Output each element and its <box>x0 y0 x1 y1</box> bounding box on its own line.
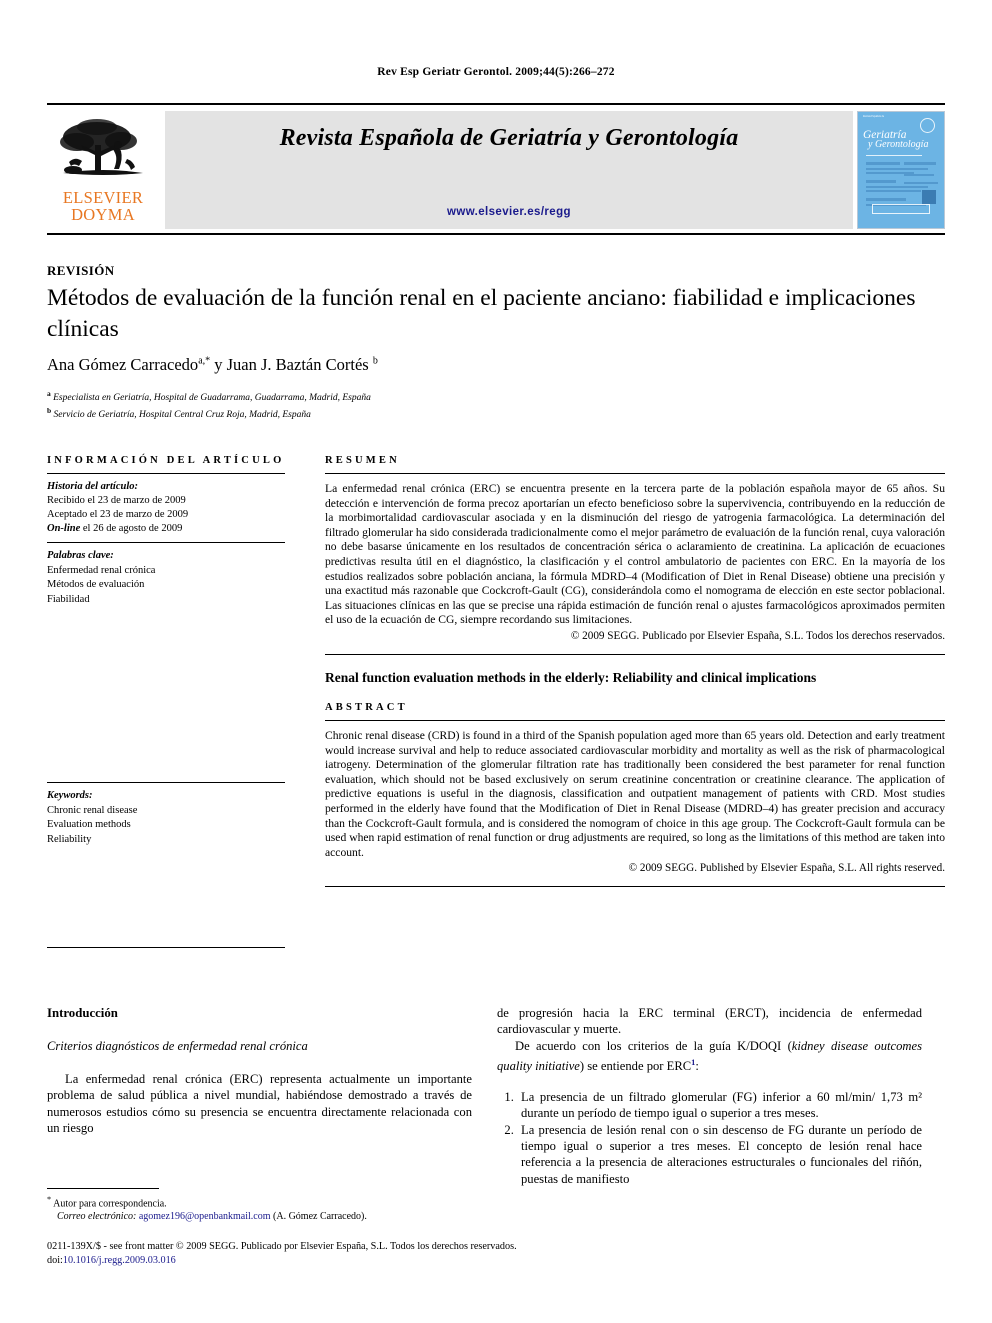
doi-label: doi: <box>47 1254 63 1266</box>
online-date: el 26 de agosto de 2009 <box>80 523 183 534</box>
criteria-list: La presencia de un filtrado glomerular (… <box>497 1089 922 1187</box>
keyword-es-1: Enfermedad renal crónica <box>47 564 156 576</box>
affiliation-a-text: Especialista en Geriatría, Hospital de G… <box>50 393 371 404</box>
keyword-es-2: Métodos de evaluación <box>47 579 145 590</box>
divider <box>325 886 945 888</box>
kdoqi-pre: De acuerdo con los criterios de la guía … <box>515 1038 792 1053</box>
email-owner: (A. Gómez Carracedo). <box>270 1211 367 1223</box>
journal-cover-thumbnail: Revista Española de Geriatría y Gerontol… <box>857 111 945 229</box>
cover-text-block <box>904 162 936 165</box>
list-item: La presencia de un filtrado glomerular (… <box>517 1089 922 1122</box>
body-column-left: Introducción Criterios diagnósticos de e… <box>47 1005 472 1136</box>
journal-article-page: Rev Esp Geriatr Gerontol. 2009;44(5):266… <box>0 0 992 1323</box>
affiliation-list: a Especialista en Geriatría, Hospital de… <box>47 388 747 421</box>
keyword-en-3: Reliability <box>47 833 92 845</box>
author-1: Ana Gómez Carracedo <box>47 355 199 374</box>
email-link[interactable]: agomez196@openbankmail.com <box>139 1211 271 1222</box>
affiliation-b-text: Servicio de Geriatría, Hospital Central … <box>51 409 311 420</box>
cover-text-block <box>866 162 900 165</box>
body-paragraph: La enfermedad renal crónica (ERC) repres… <box>47 1071 472 1136</box>
journal-title: Revista Española de Geriatría y Gerontol… <box>279 125 739 151</box>
cover-text-block <box>866 180 896 183</box>
resumen-copyright: © 2009 SEGG. Publicado por Elsevier Espa… <box>570 629 945 642</box>
keywords-en-label: Keywords: <box>47 790 93 801</box>
cover-title: Geriatría y Gerontología <box>863 129 929 150</box>
doi-link[interactable]: 10.1016/j.regg.2009.03.016 <box>63 1255 176 1266</box>
cover-rule <box>866 155 922 157</box>
article-title: Métodos de evaluación de la función rena… <box>47 285 916 342</box>
email-line: Correo electrónico: agomez196@openbankma… <box>47 1210 472 1223</box>
keywords-en: Keywords: Chronic renal disease Evaluati… <box>47 783 285 847</box>
keyword-en-1: Chronic renal disease <box>47 804 138 816</box>
online-label: On-line <box>47 523 81 534</box>
history-label: Historia del artículo: <box>47 481 139 492</box>
journal-url-link[interactable]: www.elsevier.es/regg <box>165 206 853 218</box>
resumen-heading: RESUMEN <box>325 455 400 466</box>
history-accepted: Aceptado el 23 de marzo de 2009 <box>47 509 189 520</box>
abstract-copyright: © 2009 SEGG. Published by Elsevier Españ… <box>628 862 945 875</box>
body-paragraph-kdoqi: De acuerdo con los criterios de la guía … <box>497 1038 922 1075</box>
cover-text-block <box>866 190 921 192</box>
cover-text-block <box>866 198 906 201</box>
page-footer: 0211-139X/$ - see front matter © 2009 SE… <box>47 1240 945 1267</box>
history-received: Recibido el 23 de marzo de 2009 <box>47 495 186 506</box>
corresponding-author-note: * Autor para correspondencia. <box>47 1193 472 1210</box>
running-head: Rev Esp Geriatr Gerontol. 2009;44(5):266… <box>377 66 615 78</box>
doyma-wordmark: DOYMA <box>71 205 135 224</box>
affiliation-b: b Servicio de Geriatría, Hospital Centra… <box>47 405 747 422</box>
cover-text-block <box>904 182 938 184</box>
section-heading-introduccion: Introducción <box>47 1006 118 1020</box>
article-info-column: INFORMACIÓN DEL ARTÍCULO Historia del ar… <box>47 455 285 948</box>
footnote-divider <box>47 1188 159 1189</box>
doi-line: doi:10.1016/j.regg.2009.03.016 <box>47 1254 945 1268</box>
list-item: La presencia de lesión renal con o sin d… <box>517 1122 922 1188</box>
cover-publisher-badge <box>922 190 936 204</box>
affiliation-a: a Especialista en Geriatría, Hospital de… <box>47 388 747 405</box>
english-title: Renal function evaluation methods in the… <box>325 669 817 685</box>
keyword-en-2: Evaluation methods <box>47 819 131 830</box>
elsevier-wordmark: ELSEVIER <box>62 188 144 207</box>
keyword-es-3: Fiabilidad <box>47 593 90 605</box>
cover-footer-box <box>872 204 930 214</box>
cover-text-block <box>866 168 928 170</box>
kdoqi-post: ) se entiende por ERC <box>579 1059 692 1074</box>
body-paragraph-continued: de progresión hacia la ERC terminal (ERC… <box>497 1006 922 1037</box>
cover-title-line2: y Gerontología <box>868 139 929 150</box>
email-label: Correo electrónico: <box>57 1211 137 1223</box>
keywords-es-label: Palabras clave: <box>47 550 114 561</box>
keywords-es: Palabras clave: Enfermedad renal crónica… <box>47 543 285 607</box>
kdoqi-end: : <box>695 1059 699 1074</box>
journal-banner: Revista Española de Geriatría y Gerontol… <box>165 111 853 229</box>
journal-masthead: ELSEVIER DOYMA Revista Española de Geria… <box>47 103 945 235</box>
abstract-text: Chronic renal disease (CRD) is found in … <box>325 728 945 859</box>
author-2-marker: b <box>372 355 378 367</box>
history-online: On-line el 26 de agosto de 2009 <box>47 522 285 536</box>
issn-front-matter: 0211-139X/$ - see front matter © 2009 SE… <box>47 1241 517 1252</box>
abstract-column: RESUMEN La enfermedad renal crónica (ERC… <box>325 455 945 888</box>
article-info-heading: INFORMACIÓN DEL ARTÍCULO <box>47 455 285 466</box>
corresponding-author-text: Autor para correspondencia. <box>51 1198 167 1210</box>
resumen-text: La enfermedad renal crónica (ERC) se enc… <box>325 482 945 627</box>
correspondence-footnote: * Autor para correspondencia. Correo ele… <box>47 1188 472 1223</box>
cover-top-label: Revista Española de <box>863 115 885 118</box>
elsevier-doyma-logo: ELSEVIER DOYMA <box>47 111 159 229</box>
article-type-kicker: REVISIÓN <box>47 263 115 278</box>
abstract-heading: ABSTRACT <box>325 701 408 713</box>
author-1-marker: a,* <box>198 355 211 367</box>
divider <box>47 947 285 948</box>
author-list: Ana Gómez Carracedoa,* y Juan J. Baztán … <box>47 355 937 375</box>
elsevier-tree-icon <box>60 119 143 175</box>
subsection-heading-criterios: Criterios diagnósticos de enfermedad ren… <box>47 1039 308 1054</box>
cover-text-block <box>866 186 928 188</box>
author-joiner: y Juan J. Baztán Cortés <box>210 355 373 374</box>
cover-text-block <box>904 174 934 176</box>
body-column-right: de progresión hacia la ERC terminal (ERC… <box>497 1005 922 1187</box>
article-history: Historia del artículo: Recibido el 23 de… <box>47 474 285 536</box>
